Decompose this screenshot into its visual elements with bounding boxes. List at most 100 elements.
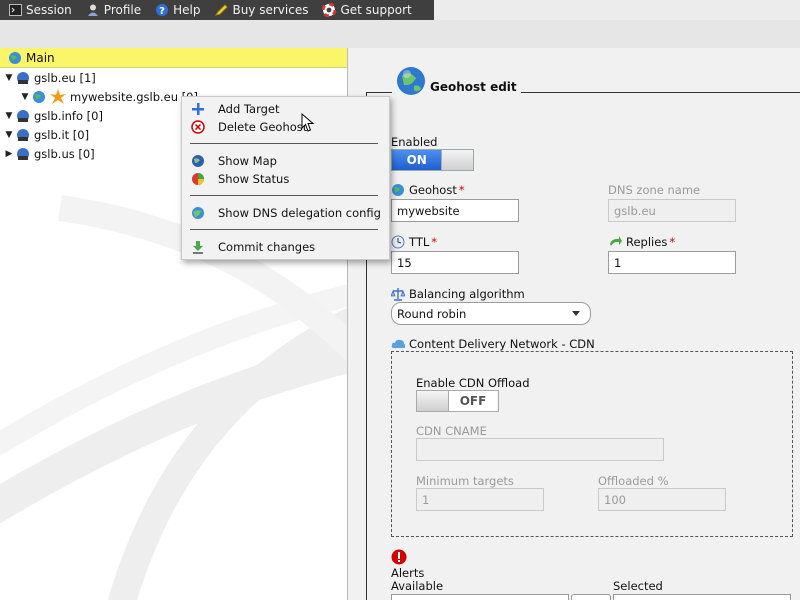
expand-down-icon[interactable]: ▼	[4, 111, 14, 121]
svg-text:?: ?	[159, 6, 165, 17]
dns-zone-input	[608, 199, 736, 222]
domain-globe-icon	[17, 110, 29, 122]
star-burst-icon	[50, 89, 66, 104]
globe-icon	[392, 184, 404, 196]
replies-input[interactable]	[608, 251, 736, 274]
balance-scale-icon	[391, 288, 405, 301]
form-title: Geohost edit	[430, 80, 517, 94]
user-icon	[86, 3, 100, 17]
ctx-add-target[interactable]: Add Target	[182, 100, 389, 118]
ctx-add-target-label: Add Target	[218, 102, 280, 116]
offloaded-input	[598, 488, 726, 511]
pencil-icon	[214, 3, 229, 17]
dns-zone-label: DNS zone name	[608, 183, 701, 197]
cdn-offload-label: Enable CDN Offload	[416, 376, 530, 390]
geohost-edit-panel: Geohost edit Enabled ON Geohost* DNS zon…	[348, 48, 800, 600]
mouse-cursor-icon	[301, 113, 315, 132]
ttl-input[interactable]	[391, 251, 519, 274]
geohost-label-row: Geohost *	[391, 183, 465, 197]
balancing-value: Round robin	[397, 306, 467, 321]
expand-down-icon[interactable]: ▼	[4, 73, 14, 83]
tree-node-mywebsite[interactable]: ▼ mywebsite.gslb.eu [0]	[20, 88, 198, 106]
ttl-label: TTL	[409, 235, 430, 249]
menu-separator	[190, 143, 378, 144]
ctx-show-status[interactable]: Show Status	[182, 170, 389, 188]
toggle-knob	[417, 391, 449, 411]
menu-get-support-label: Get support	[340, 3, 412, 17]
balancing-select[interactable]: Round robin	[391, 302, 591, 325]
terminal-icon	[8, 3, 22, 17]
geohost-input[interactable]	[391, 199, 519, 222]
ctx-delete-geohost[interactable]: Delete Geohost	[182, 118, 389, 136]
ctx-show-map[interactable]: Show Map	[182, 152, 389, 170]
menu-buy-services[interactable]: Buy services	[214, 3, 308, 17]
cdn-cname-input	[416, 438, 664, 461]
enabled-label: Enabled	[391, 135, 438, 149]
menu-separator	[190, 229, 378, 230]
tree-node-gslb-us[interactable]: ▶ gslb.us [0]	[4, 145, 95, 163]
chevron-down-icon	[572, 311, 580, 316]
cdn-legend: Content Delivery Network - CDN	[409, 337, 595, 351]
required-marker: *	[431, 235, 438, 249]
tree-header[interactable]: Main	[0, 48, 347, 68]
expand-down-icon[interactable]: ▼	[4, 130, 14, 140]
lifebuoy-icon	[322, 3, 337, 17]
balancing-label-row: Balancing algorithm	[391, 287, 525, 301]
alerts-label: Alerts	[391, 566, 425, 580]
tree-node-gslb-info[interactable]: ▼ gslb.info [0]	[4, 107, 103, 125]
cloud-icon	[391, 339, 405, 348]
globe-icon	[9, 51, 21, 64]
form-legend: Geohost edit	[392, 66, 521, 96]
ctx-show-status-label: Show Status	[218, 172, 290, 186]
tree-node-label: gslb.it [0]	[34, 128, 90, 142]
menu-buy-services-label: Buy services	[232, 3, 309, 17]
reply-arrow-icon	[610, 236, 622, 246]
help-icon: ?	[155, 3, 169, 17]
alerts-available-label: Available	[391, 579, 444, 593]
menu-help-label: Help	[173, 3, 201, 17]
menu-session[interactable]: Session	[8, 3, 72, 17]
plus-icon	[190, 101, 206, 117]
ctx-commit-changes-label: Commit changes	[218, 240, 316, 254]
tree-node-label: gslb.us [0]	[34, 147, 95, 161]
alerts-available-list[interactable]	[391, 594, 569, 600]
min-targets-label: Minimum targets	[416, 474, 514, 488]
tree-node-label: gslb.info [0]	[34, 109, 103, 123]
menu-help[interactable]: ? Help	[155, 3, 200, 17]
tree-node-gslb-eu[interactable]: ▼ gslb.eu [1]	[4, 69, 96, 87]
required-marker: *	[458, 183, 465, 197]
expand-right-icon[interactable]: ▶	[4, 149, 14, 159]
replies-label-row: Replies *	[608, 235, 675, 249]
ctx-show-dns-delegation-label: Show DNS delegation config	[218, 206, 381, 220]
balancing-label: Balancing algorithm	[409, 287, 525, 301]
menu-get-support[interactable]: Get support	[322, 3, 412, 17]
tree-node-gslb-it[interactable]: ▼ gslb.it [0]	[4, 126, 90, 144]
domain-globe-icon	[17, 72, 29, 84]
menu-session-label: Session	[26, 3, 72, 17]
delete-icon	[190, 119, 206, 135]
ttl-label-row: TTL *	[391, 235, 437, 249]
toggle-on-label: ON	[392, 150, 442, 170]
alerts-selected-label: Selected	[613, 579, 663, 593]
alert-icon	[391, 549, 407, 565]
cdn-offload-toggle[interactable]: OFF	[416, 390, 499, 412]
toolbar-strip	[0, 20, 800, 48]
toggle-knob	[441, 150, 473, 170]
ctx-show-dns-delegation[interactable]: Show DNS delegation config	[182, 204, 389, 222]
domain-globe-icon	[17, 148, 29, 160]
expand-down-icon[interactable]: ▼	[20, 92, 30, 102]
status-icon	[190, 171, 206, 187]
enabled-toggle[interactable]: ON	[391, 149, 474, 171]
cdn-cname-label: CDN CNAME	[416, 424, 487, 438]
required-marker: *	[669, 235, 676, 249]
tree-node-label: mywebsite.gslb.eu [0]	[70, 90, 198, 104]
ctx-commit-changes[interactable]: Commit changes	[182, 238, 389, 256]
alerts-selected-list[interactable]	[613, 594, 791, 600]
menu-profile[interactable]: Profile	[86, 3, 141, 17]
alerts-move-button[interactable]	[571, 594, 611, 600]
geohost-label: Geohost	[409, 183, 457, 197]
geohost-globe-icon	[397, 67, 425, 95]
top-menu-bar: Session Profile ? Help Buy services Get …	[0, 0, 434, 20]
tree-node-label: gslb.eu [1]	[34, 71, 96, 85]
ctx-delete-geohost-label: Delete Geohost	[218, 120, 308, 134]
